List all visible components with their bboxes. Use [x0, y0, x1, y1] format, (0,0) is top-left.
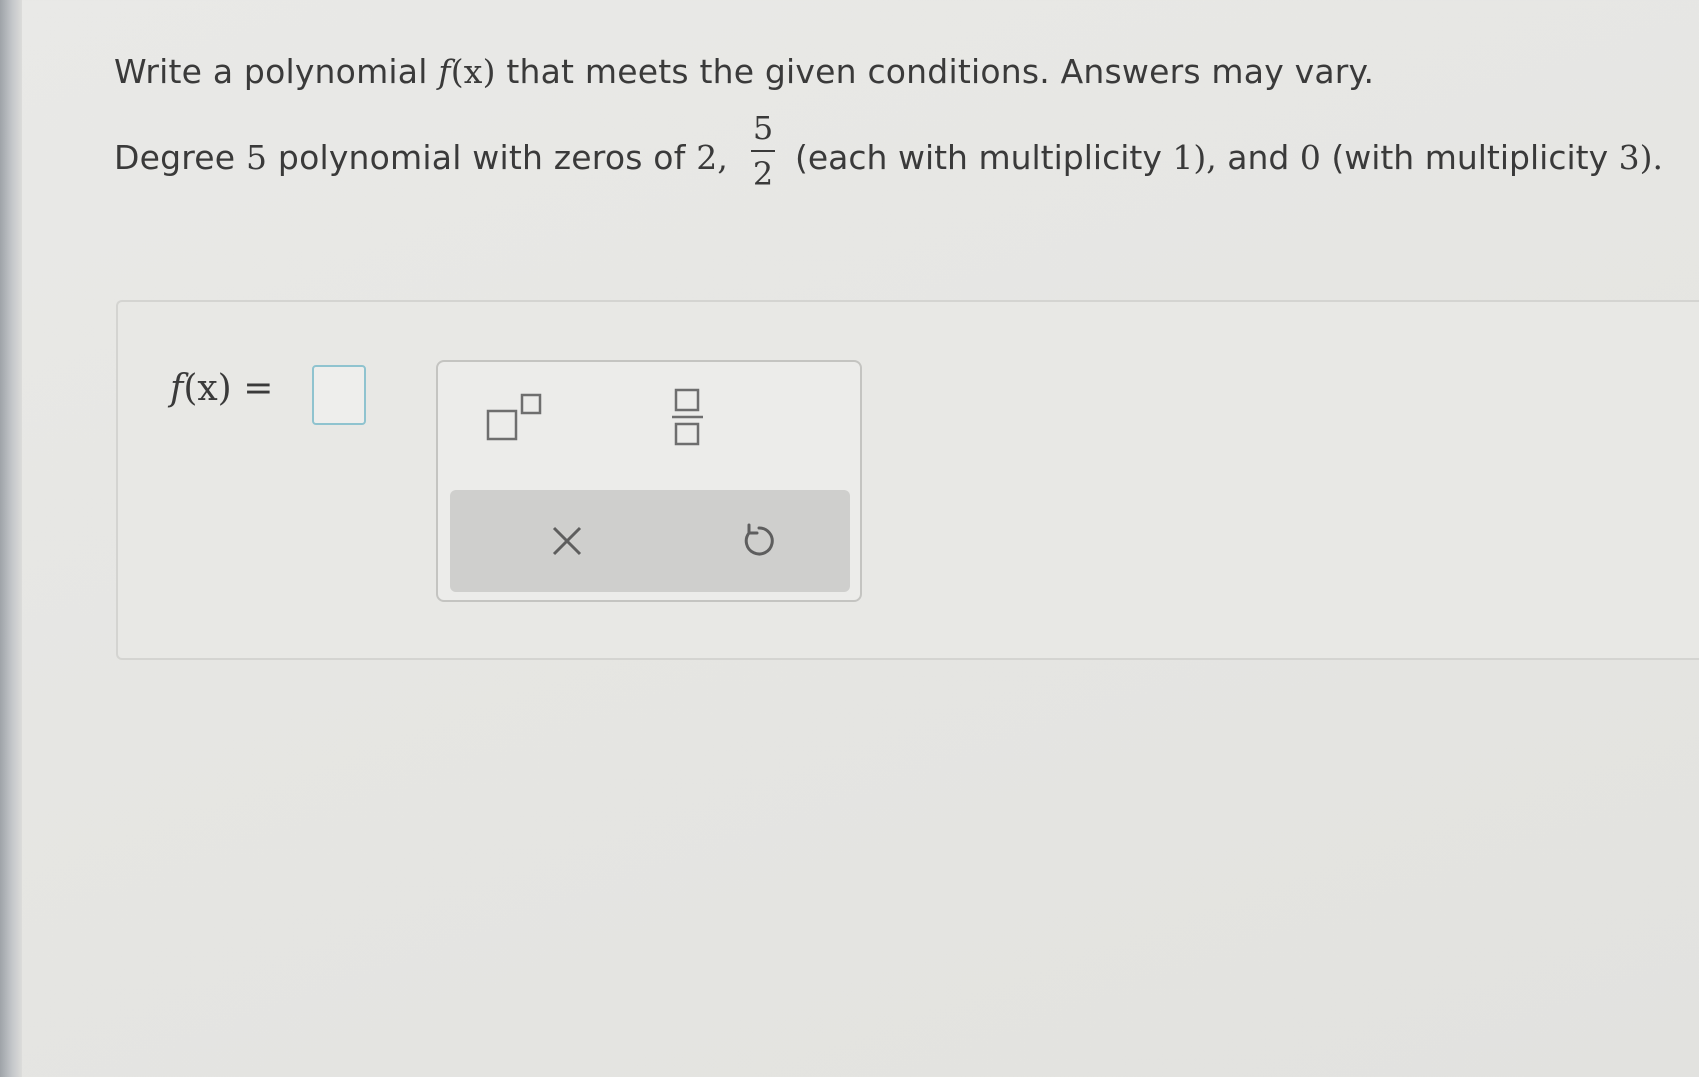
fraction-box-icon [672, 388, 703, 446]
instruction-prefix: Write a polynomial [114, 52, 428, 91]
math-palette [436, 360, 862, 602]
multiplicity-text: (each with multiplicity [795, 138, 1162, 177]
answer-label-equals: = [243, 368, 274, 409]
multiplicity2-value: 3). [1618, 138, 1663, 177]
fraction-bar [751, 150, 775, 152]
zeros-text: polynomial with zeros of [277, 138, 686, 177]
degree-value: 5 [246, 138, 268, 177]
zero-value-0: 0 [1299, 138, 1321, 177]
superscript-box-icon [486, 393, 542, 441]
undo-button[interactable] [722, 506, 792, 576]
function-name: f [438, 52, 451, 91]
answer-label-f: f [170, 368, 184, 409]
instruction-suffix: that meets the given conditions. Answers… [506, 52, 1375, 91]
and-text: and [1227, 138, 1290, 177]
fraction-denominator: 2 [752, 155, 774, 193]
exponent-button[interactable] [478, 382, 548, 452]
answer-area [116, 300, 1699, 660]
answer-input[interactable] [312, 365, 366, 425]
degree-prefix: Degree [114, 138, 236, 177]
answer-label-args: (x) [183, 368, 232, 409]
close-icon [552, 526, 582, 556]
undo-icon [744, 523, 774, 556]
zero-value-2: 2, [696, 138, 729, 177]
answer-label: f(x) = [170, 368, 273, 409]
fraction-numerator: 5 [752, 109, 774, 147]
multiplicity-value: 1), [1172, 138, 1217, 177]
question-instruction: Write a polynomial f(x) that meets the g… [114, 52, 1374, 91]
fraction-button[interactable] [653, 382, 723, 452]
zero-fraction: 5 2 [745, 108, 781, 194]
question-multiplicity: (each with multiplicity 1), and 0 (with … [795, 138, 1663, 177]
palette-action-bar [450, 490, 850, 592]
multiplicity2-text: (with multiplicity [1331, 138, 1609, 177]
screen-left-edge [0, 0, 22, 1077]
function-args: (x) [450, 52, 496, 91]
question-conditions: Degree 5 polynomial with zeros of 2, [114, 138, 728, 177]
clear-button[interactable] [532, 506, 602, 576]
